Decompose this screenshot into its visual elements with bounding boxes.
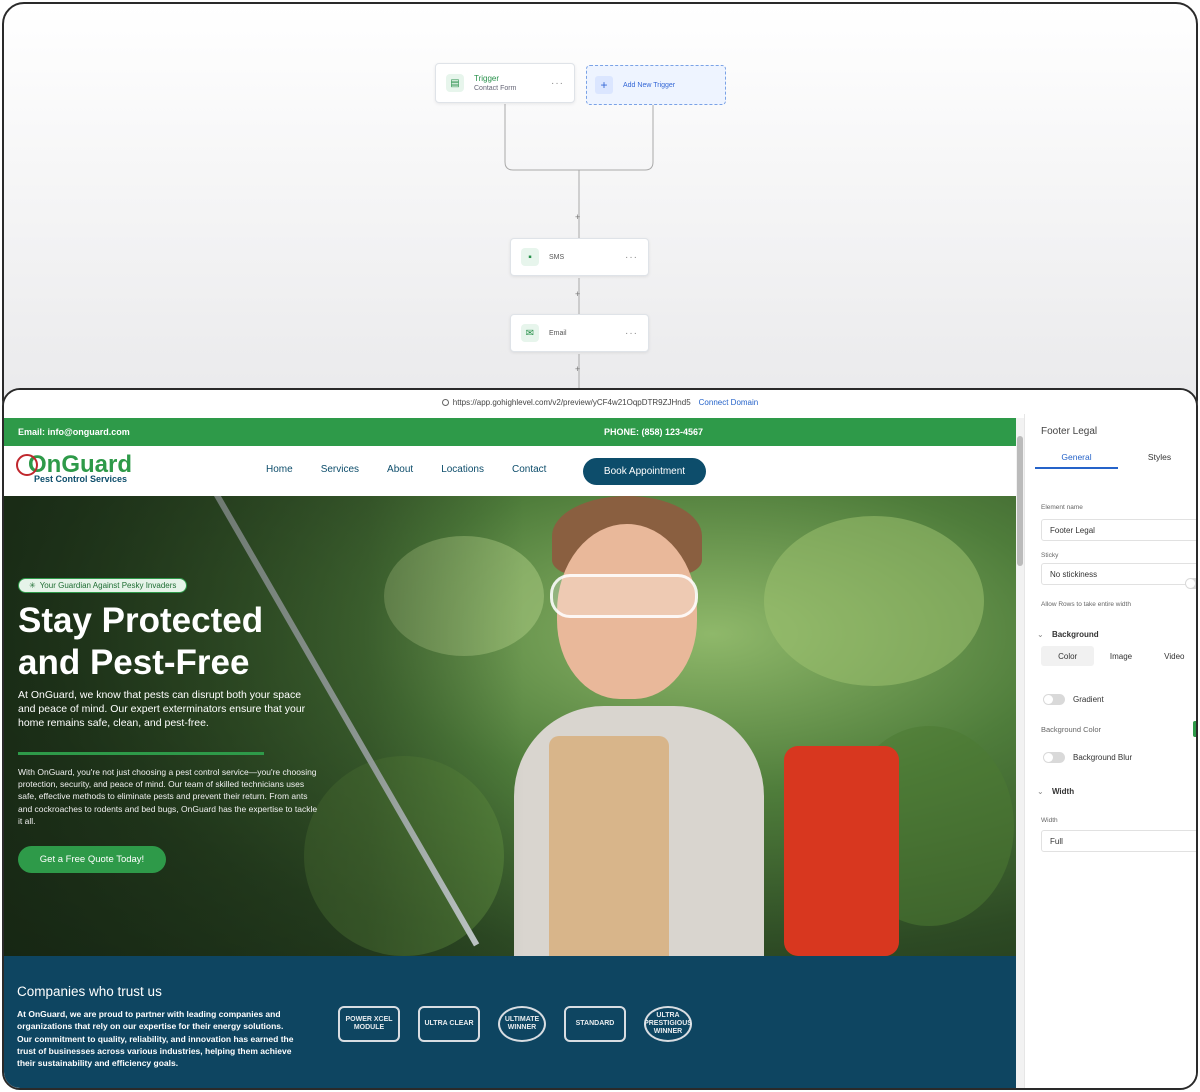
trusted-companies-section: Companies who trust us At OnGuard, we ar…: [4, 956, 1016, 1088]
hero-divider: [18, 752, 264, 755]
hero-description: With OnGuard, you're not just choosing a…: [18, 767, 318, 826]
email-step-card[interactable]: ✉ Email ···: [510, 314, 649, 352]
chevron-down-icon: ⌄: [1037, 630, 1044, 639]
width-label: Width: [1041, 817, 1058, 824]
allow-rows-toggle[interactable]: [1185, 578, 1196, 589]
person-apron: [549, 736, 669, 956]
element-settings-panel: Footer Legal General Styles Element name…: [1024, 414, 1196, 1088]
url-bar[interactable]: https://app.gohighlevel.com/v2/preview/y…: [4, 390, 1196, 414]
hero-intro: At OnGuard, we know that pests can disru…: [18, 689, 306, 729]
website-preview: Email: info@onguard.com PHONE: (858) 123…: [4, 418, 1016, 1088]
workflow-canvas[interactable]: ▤ Trigger Contact Form ··· + Add New Tri…: [2, 2, 1198, 422]
trust-description: At OnGuard, we are proud to partner with…: [17, 1009, 294, 1069]
trust-title: Companies who trust us: [17, 984, 162, 999]
trigger-card[interactable]: ▤ Trigger Contact Form ···: [435, 63, 575, 103]
sms-menu-icon[interactable]: ···: [625, 252, 638, 263]
gradient-toggle[interactable]: [1043, 694, 1065, 705]
trigger-subtitle: Contact Form: [474, 85, 517, 92]
email-step-label: Email: [549, 329, 567, 337]
site-navbar: OnGuard Pest Control Services Home Servi…: [4, 446, 1016, 496]
url-text: https://app.gohighlevel.com/v2/preview/y…: [452, 397, 691, 407]
add-step-icon[interactable]: +: [575, 289, 580, 299]
envelope-icon: ✉: [521, 324, 539, 342]
width-section-header[interactable]: ⌄ Width: [1037, 787, 1074, 796]
nav-home[interactable]: Home: [266, 464, 293, 475]
trigger-menu-icon[interactable]: ···: [551, 78, 564, 89]
nav-about[interactable]: About: [387, 464, 413, 475]
topbar-phone[interactable]: PHONE: (858) 123-4567: [604, 427, 703, 437]
element-name-input[interactable]: Footer Legal: [1041, 519, 1196, 541]
nav-links: Home Services About Locations Contact: [266, 464, 574, 475]
partner-logo: STANDARD: [564, 1006, 626, 1042]
add-step-icon[interactable]: +: [575, 212, 580, 222]
book-appointment-button[interactable]: Book Appointment: [583, 458, 706, 485]
sms-step-card[interactable]: ▪ SMS ···: [510, 238, 649, 276]
nav-services[interactable]: Services: [321, 464, 359, 475]
preview-browser-window: https://app.gohighlevel.com/v2/preview/y…: [2, 388, 1198, 1090]
bg-tab-video[interactable]: Video: [1148, 646, 1196, 666]
add-new-trigger-label: Add New Trigger: [623, 81, 676, 89]
background-color-swatch[interactable]: [1193, 721, 1196, 737]
partner-logo: ULTRA CLEAR: [418, 1006, 480, 1042]
safety-goggles: [550, 574, 698, 618]
partner-logo: ULTIMATE WINNER: [498, 1006, 546, 1042]
allow-rows-label: Allow Rows to take entire width: [1041, 601, 1131, 608]
sms-step-label: SMS: [549, 253, 565, 261]
tab-general[interactable]: General: [1035, 452, 1118, 469]
bg-tab-color[interactable]: Color: [1041, 646, 1095, 666]
panel-title: Footer Legal: [1041, 426, 1098, 437]
tab-styles[interactable]: Styles: [1118, 452, 1196, 469]
nav-locations[interactable]: Locations: [441, 464, 484, 475]
connect-domain-link[interactable]: Connect Domain: [699, 398, 759, 407]
site-logo[interactable]: OnGuard Pest Control Services: [16, 451, 133, 484]
background-blur-row: Background Blur: [1043, 752, 1132, 763]
plus-icon: +: [595, 76, 613, 94]
background-blur-label: Background Blur: [1073, 753, 1133, 762]
hero-badge-text: Your Guardian Against Pesky Invaders: [39, 581, 177, 590]
hero-title: Stay Protected and Pest-Free: [18, 601, 264, 682]
sprayer-tank: [784, 746, 899, 956]
chat-icon: ▪: [521, 248, 539, 266]
width-select[interactable]: Full: [1041, 830, 1196, 852]
add-step-icon[interactable]: +: [575, 364, 580, 374]
chevron-down-icon: ⌄: [1037, 787, 1044, 796]
sticky-select[interactable]: No stickiness: [1041, 563, 1196, 585]
partner-logo: POWER XCEL MODULE: [338, 1006, 400, 1042]
hero-badge: ✳ Your Guardian Against Pesky Invaders: [18, 578, 188, 593]
free-quote-button[interactable]: Get a Free Quote Today!: [18, 846, 166, 873]
clipboard-icon: ▤: [446, 74, 464, 92]
background-color-label: Background Color: [1041, 725, 1102, 734]
add-new-trigger-button[interactable]: + Add New Trigger: [586, 65, 726, 105]
nav-contact[interactable]: Contact: [512, 464, 546, 475]
bug-icon: ✳: [29, 581, 36, 590]
background-section-header[interactable]: ⌄ Background: [1037, 630, 1099, 639]
hero-section: ✳ Your Guardian Against Pesky Invaders S…: [4, 496, 1016, 956]
contact-topbar: Email: info@onguard.com PHONE: (858) 123…: [4, 418, 1016, 446]
sticky-label: Sticky: [1041, 552, 1059, 559]
foliage: [764, 516, 984, 686]
width-section-label: Width: [1051, 787, 1075, 796]
gradient-label: Gradient: [1073, 695, 1104, 704]
info-icon: [441, 398, 449, 406]
topbar-email[interactable]: Email: info@onguard.com: [18, 427, 130, 437]
partner-logos: POWER XCEL MODULE ULTRA CLEAR ULTIMATE W…: [338, 1006, 692, 1042]
trigger-title: Trigger: [474, 74, 500, 83]
crosshair-icon: [16, 454, 38, 476]
email-menu-icon[interactable]: ···: [625, 328, 638, 339]
background-blur-toggle[interactable]: [1043, 752, 1065, 763]
background-type-tabs: Color Image Video: [1041, 646, 1196, 666]
element-name-label: Element name: [1041, 504, 1083, 511]
gradient-row: Gradient: [1043, 694, 1104, 705]
bg-tab-image[interactable]: Image: [1094, 646, 1147, 666]
background-section-label: Background: [1051, 630, 1099, 639]
preview-scrollbar[interactable]: [1016, 418, 1024, 1088]
partner-logo: ULTRA PRESTIGIOUS WINNER: [644, 1006, 692, 1042]
logo-name: OnGuard: [28, 451, 133, 478]
scrollbar-thumb[interactable]: [1017, 436, 1023, 566]
panel-tabs: General Styles: [1035, 452, 1196, 469]
